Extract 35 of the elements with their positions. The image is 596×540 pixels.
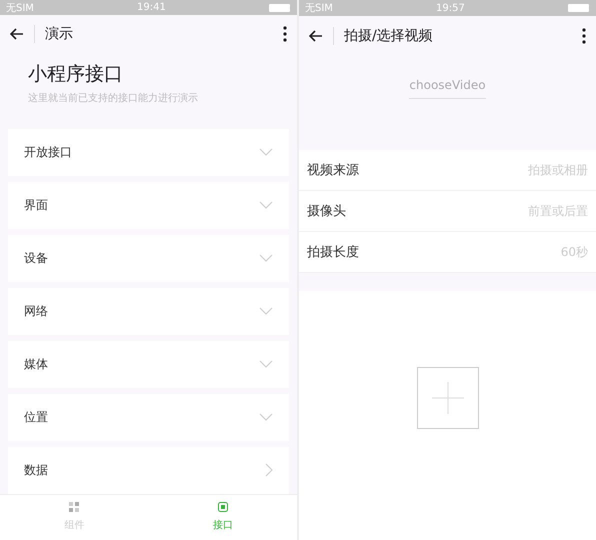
chevron-down-icon xyxy=(259,148,273,156)
more-icon[interactable] xyxy=(582,28,586,44)
carrier-text: 无SIM xyxy=(305,2,333,15)
api-category-row[interactable]: 媒体 xyxy=(8,340,289,388)
plus-icon xyxy=(432,382,464,414)
api-category-row[interactable]: 位置 xyxy=(8,394,289,441)
chevron-down-icon xyxy=(259,413,273,422)
heading: 小程序接口 xyxy=(28,62,124,87)
chevron-down-icon xyxy=(259,307,273,316)
chevron-down-icon xyxy=(259,201,273,210)
api-category-row[interactable]: 开放接口 xyxy=(8,128,289,176)
api-category-row[interactable]: 数据 xyxy=(8,446,289,494)
api-category-row[interactable]: 网络 xyxy=(8,288,289,335)
subtitle: 这里就当前已支持的接口能力进行演示 xyxy=(28,92,199,105)
form-label: 视频来源 xyxy=(307,162,359,179)
chevron-right-icon xyxy=(265,463,273,478)
page-title: 演示 xyxy=(45,24,74,43)
api-category-row[interactable]: 设备 xyxy=(8,234,289,282)
back-arrow-icon[interactable] xyxy=(309,30,323,42)
carrier-text: 无SIM xyxy=(6,2,34,15)
component-tab-icon xyxy=(69,502,80,512)
battery-icon xyxy=(268,4,291,12)
back-arrow-icon[interactable] xyxy=(10,28,24,40)
time-text: 19:41 xyxy=(137,2,166,14)
chevron-down-icon xyxy=(259,360,273,368)
api-name: chooseVideo xyxy=(409,78,486,99)
chevron-down-icon xyxy=(259,254,273,262)
time-text: 19:57 xyxy=(436,2,465,14)
more-icon[interactable] xyxy=(283,26,287,42)
api-category-row[interactable]: 界面 xyxy=(8,182,289,229)
interface-tab-icon xyxy=(218,502,228,512)
battery-icon xyxy=(568,4,590,12)
form-label: 拍摄长度 xyxy=(307,244,359,261)
page-title: 拍摄/选择视频 xyxy=(344,27,434,45)
form-label: 摄像头 xyxy=(307,203,346,220)
